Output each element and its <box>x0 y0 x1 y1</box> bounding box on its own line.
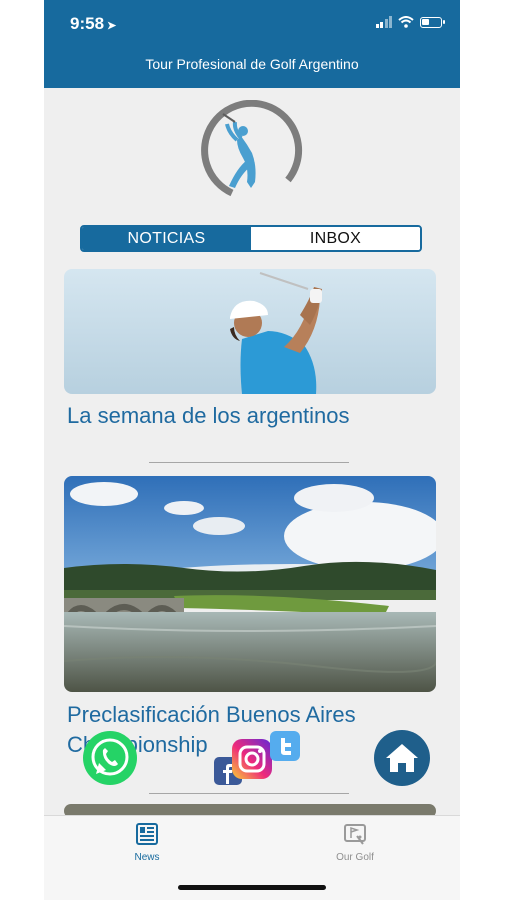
cellular-signal-icon <box>375 16 392 28</box>
news-title-1[interactable]: La semana de los argentinos <box>67 401 350 431</box>
golf-course-icon <box>344 824 366 845</box>
news-image-golf-course[interactable] <box>64 476 436 692</box>
header-title: Tour Profesional de Golf Argentino <box>145 56 359 72</box>
status-icons <box>375 16 445 28</box>
tabbar-label-our-golf: Our Golf <box>336 852 374 863</box>
news-divider-2 <box>149 793 349 794</box>
tabbar-item-our-golf[interactable]: Our Golf <box>315 822 395 863</box>
twitter-icon[interactable] <box>270 731 300 761</box>
tabbar-item-news[interactable]: News <box>107 822 187 863</box>
social-icons-cluster <box>214 731 304 787</box>
wifi-icon <box>398 16 414 28</box>
tabbar-label-news: News <box>134 852 160 863</box>
home-icon[interactable] <box>374 730 430 786</box>
news-divider-1 <box>149 462 349 463</box>
tab-inbox[interactable]: INBOX <box>251 227 420 250</box>
news-image-golfer[interactable] <box>64 269 436 394</box>
news-title-2-line1: Preclasificación Buenos Aires <box>67 702 356 727</box>
instagram-icon[interactable] <box>232 739 272 779</box>
app-header: 9:58 ➤ Tour Profesional de Golf Argentino <box>44 0 460 88</box>
segmented-control: NOTICIAS INBOX <box>80 225 422 252</box>
app-screen: 9:58 ➤ Tour Profesional de Golf Argentino… <box>44 0 460 900</box>
status-time: 9:58 ➤ <box>70 14 116 34</box>
battery-icon <box>420 16 445 28</box>
home-indicator[interactable] <box>178 885 326 890</box>
whatsapp-icon[interactable] <box>82 730 138 786</box>
newspaper-icon <box>136 823 158 845</box>
location-arrow-icon: ➤ <box>107 20 117 32</box>
bottom-tab-bar: News Our Golf <box>44 815 460 900</box>
golf-logo-icon <box>201 100 303 197</box>
status-time-text: 9:58 <box>70 14 105 33</box>
tab-noticias[interactable]: NOTICIAS <box>82 227 251 250</box>
